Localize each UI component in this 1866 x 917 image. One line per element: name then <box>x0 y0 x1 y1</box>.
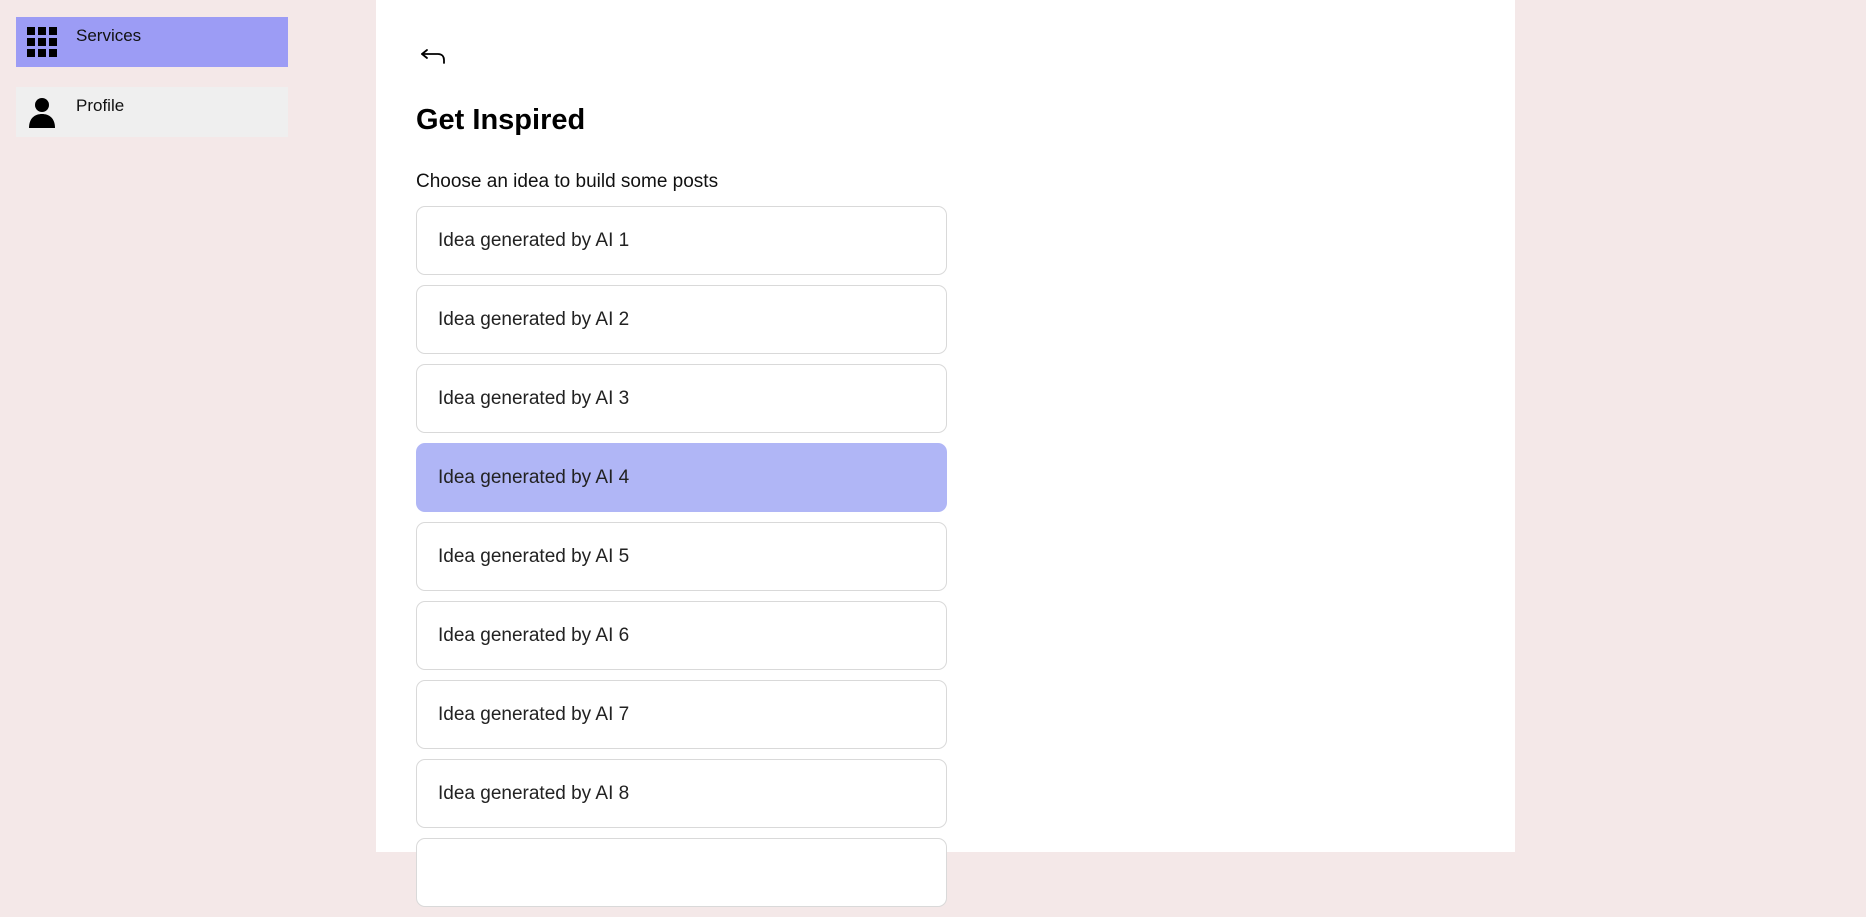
idea-option[interactable]: Idea generated by AI 6 <box>416 601 947 670</box>
idea-option[interactable]: Idea generated by AI 7 <box>416 680 947 749</box>
back-arrow-icon <box>419 49 447 72</box>
main-panel: Get Inspired Choose an idea to build som… <box>376 0 1515 907</box>
grid-icon <box>26 26 58 58</box>
idea-list: Idea generated by AI 1 Idea generated by… <box>416 206 947 917</box>
sidebar: Services Profile <box>0 0 376 852</box>
idea-option[interactable]: Idea generated by AI 2 <box>416 285 947 354</box>
idea-option[interactable]: Idea generated by AI 1 <box>416 206 947 275</box>
sidebar-item-profile[interactable]: Profile <box>16 87 288 137</box>
sidebar-item-label: Services <box>76 26 142 45</box>
page-subtitle: Choose an idea to build some posts <box>416 171 719 192</box>
sidebar-item-services[interactable]: Services <box>16 17 288 67</box>
page-title: Get Inspired <box>416 104 586 136</box>
person-icon <box>26 96 58 128</box>
sidebar-item-label: Profile <box>76 96 125 115</box>
idea-option[interactable]: Idea generated by AI 5 <box>416 522 947 591</box>
back-button[interactable] <box>419 44 447 68</box>
idea-option[interactable]: Idea generated by AI 3 <box>416 364 947 433</box>
idea-option-selected[interactable]: Idea generated by AI 4 <box>416 443 947 512</box>
idea-option[interactable] <box>416 838 947 907</box>
idea-option[interactable]: Idea generated by AI 8 <box>416 759 947 828</box>
